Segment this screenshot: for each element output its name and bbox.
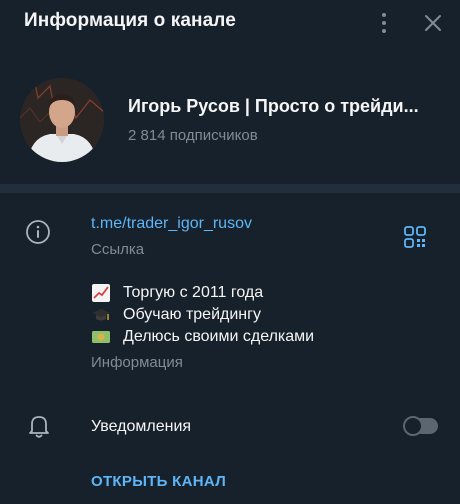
money-icon <box>91 327 111 347</box>
section-divider <box>0 184 460 193</box>
qr-code-icon[interactable] <box>404 226 426 248</box>
channel-name: Игорь Русов | Просто о трейди... <box>128 96 419 116</box>
info-icon <box>24 218 52 246</box>
open-channel-button[interactable]: ОТКРЫТЬ КАНАЛ <box>91 473 226 490</box>
description-caption: Информация <box>91 354 183 371</box>
description-line: Обучаю трейдингу <box>91 304 314 326</box>
chart-increasing-icon <box>91 283 111 303</box>
avatar[interactable] <box>20 78 104 162</box>
panel-header: Информация о канале <box>0 0 460 46</box>
notifications-toggle[interactable] <box>403 416 438 436</box>
panel-title: Информация о канале <box>24 10 236 31</box>
close-icon[interactable] <box>420 10 446 36</box>
description-text: Торгую с 2011 года <box>123 284 264 301</box>
toggle-knob <box>403 416 423 436</box>
link-caption: Ссылка <box>91 241 145 258</box>
graduation-cap-icon <box>91 305 111 325</box>
channel-link[interactable]: t.me/trader_igor_rusov <box>91 215 252 233</box>
notifications-label: Уведомления <box>91 418 192 435</box>
subscriber-count: 2 814 подписчиков <box>128 127 258 144</box>
more-vertical-icon[interactable] <box>372 10 396 36</box>
bell-icon <box>27 413 51 439</box>
description-text: Обучаю трейдингу <box>123 306 261 323</box>
description-text: Делюсь своими сделками <box>123 328 315 345</box>
description-line: Торгую с 2011 года <box>91 282 314 304</box>
description-line: Делюсь своими сделками <box>91 326 314 348</box>
channel-profile: Игорь Русов | Просто о трейди... 2 814 п… <box>0 66 460 176</box>
channel-description: Торгую с 2011 года Обучаю трейдингу Делю… <box>91 282 314 348</box>
